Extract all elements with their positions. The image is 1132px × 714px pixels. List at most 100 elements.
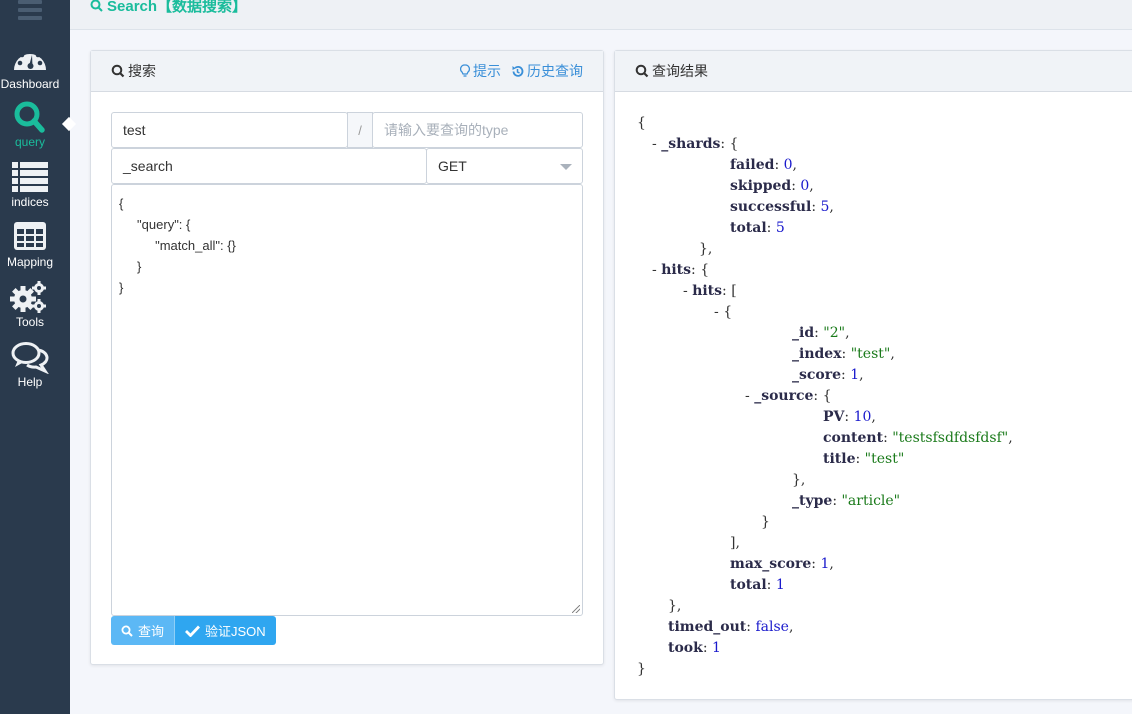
sidebar: Dashboard query indices Mapping Tools He… bbox=[0, 0, 77, 714]
json-key: title bbox=[823, 451, 856, 467]
json-line: ], bbox=[637, 533, 1013, 554]
search-panel-title: 搜索 bbox=[128, 63, 156, 79]
dashboard-icon bbox=[14, 48, 46, 70]
json-line: content: "testsfsdfdsfdsf", bbox=[637, 428, 1013, 449]
json-punctuation: : bbox=[774, 157, 784, 173]
json-punctuation: , bbox=[788, 619, 794, 635]
resize-handle[interactable] bbox=[572, 605, 580, 613]
json-line: - hits: { bbox=[637, 260, 1013, 281]
json-key: hits bbox=[661, 262, 692, 278]
sidebar-item-label: indices bbox=[11, 195, 49, 209]
json-key: took bbox=[668, 640, 703, 656]
json-punctuation: : bbox=[814, 325, 824, 341]
json-line: total: 1 bbox=[637, 575, 1013, 596]
json-punctuation: }, bbox=[792, 472, 806, 488]
json-key: _score bbox=[792, 367, 842, 383]
json-key: PV bbox=[823, 409, 845, 425]
type-input[interactable]: 请输入要查询的type bbox=[372, 112, 583, 148]
json-punctuation: : { bbox=[720, 136, 739, 152]
sidebar-item-mapping[interactable]: Mapping bbox=[0, 220, 60, 269]
json-line: PV: 10, bbox=[637, 407, 1013, 428]
index-input[interactable]: test bbox=[111, 112, 348, 148]
json-value: "test" bbox=[864, 451, 905, 467]
json-key: _index bbox=[792, 346, 842, 362]
active-indicator bbox=[61, 116, 77, 132]
sidebar-item-tools[interactable]: Tools bbox=[0, 280, 60, 329]
sidebar-item-label: Mapping bbox=[6, 255, 54, 269]
check-icon bbox=[185, 625, 201, 637]
json-line: title: "test" bbox=[637, 449, 1013, 470]
collapse-toggle[interactable]: - bbox=[745, 388, 754, 404]
sidebar-item-query[interactable]: query bbox=[0, 100, 60, 149]
json-punctuation: : bbox=[702, 640, 713, 656]
json-punctuation: }, bbox=[699, 241, 713, 257]
json-line: successful: 5, bbox=[637, 197, 1013, 218]
json-value: "2" bbox=[823, 325, 846, 341]
json-value: 0 bbox=[783, 157, 793, 173]
json-value: "article" bbox=[841, 493, 901, 509]
json-punctuation: : { bbox=[813, 388, 832, 404]
json-line: _id: "2", bbox=[637, 323, 1013, 344]
action-buttons: 查询 验证JSON bbox=[111, 616, 276, 645]
sidebar-item-label: Tools bbox=[15, 315, 44, 329]
json-punctuation: : bbox=[841, 346, 851, 362]
json-line: }, bbox=[637, 470, 1013, 491]
json-key: timed_out bbox=[668, 619, 747, 635]
page-title: Search【数据搜索】 bbox=[90, 0, 247, 16]
json-value: 1 bbox=[712, 640, 721, 656]
json-punctuation: , bbox=[1008, 430, 1013, 446]
history-icon bbox=[512, 65, 524, 77]
hint-link[interactable]: 提示 bbox=[460, 61, 501, 81]
json-line: { bbox=[637, 113, 1013, 134]
method-select[interactable]: GET bbox=[426, 148, 583, 184]
history-link[interactable]: 历史查询 bbox=[511, 61, 583, 81]
json-punctuation: , bbox=[890, 346, 895, 362]
json-key: _id bbox=[792, 325, 815, 341]
json-value: "test" bbox=[850, 346, 891, 362]
query-button[interactable]: 查询 bbox=[111, 616, 176, 645]
sidebar-item-indices[interactable]: indices bbox=[0, 160, 60, 209]
validate-json-button[interactable]: 验证JSON bbox=[175, 616, 276, 645]
json-key: total bbox=[730, 220, 767, 236]
collapse-toggle[interactable]: - bbox=[652, 262, 661, 278]
json-key: skipped bbox=[730, 178, 792, 194]
json-value: 1 bbox=[850, 367, 860, 383]
json-line: }, bbox=[637, 596, 1013, 617]
collapse-toggle[interactable]: - bbox=[714, 304, 723, 320]
json-line: } bbox=[637, 659, 1013, 680]
json-key: content bbox=[823, 430, 884, 446]
json-line: _index: "test", bbox=[637, 344, 1013, 365]
json-punctuation: : bbox=[841, 367, 851, 383]
sidebar-item-help[interactable]: Help bbox=[0, 340, 60, 389]
json-key: _source bbox=[754, 388, 814, 404]
menu-toggle-icon[interactable] bbox=[18, 0, 42, 22]
json-line: } bbox=[637, 512, 1013, 533]
json-punctuation: , bbox=[829, 556, 834, 572]
json-punctuation: { bbox=[723, 304, 733, 320]
list-icon bbox=[12, 162, 48, 192]
endpoint-input[interactable]: _search bbox=[111, 148, 427, 184]
search-panel-header: 搜索 提示 历史查询 bbox=[91, 51, 603, 92]
json-line: max_score: 1, bbox=[637, 554, 1013, 575]
json-punctuation: : bbox=[883, 430, 893, 446]
json-punctuation: , bbox=[792, 157, 797, 173]
json-key: total bbox=[730, 577, 767, 593]
search-icon bbox=[121, 625, 133, 637]
search-icon bbox=[14, 101, 45, 133]
sidebar-item-dashboard[interactable]: Dashboard bbox=[0, 42, 60, 91]
sidebar-item-label: Dashboard bbox=[0, 77, 60, 91]
result-panel: 查询结果 {- _shards: {failed: 0, skipped: 0, s… bbox=[614, 50, 1132, 700]
search-icon bbox=[635, 64, 649, 78]
collapse-toggle[interactable]: - bbox=[683, 283, 692, 299]
result-panel-header: 查询结果 bbox=[615, 51, 1132, 92]
json-line: - _source: { bbox=[637, 386, 1013, 407]
json-line: _type: "article" bbox=[637, 491, 1013, 512]
json-line: failed: 0, bbox=[637, 155, 1013, 176]
json-key: hits bbox=[692, 283, 723, 299]
json-punctuation: } bbox=[761, 514, 770, 530]
collapse-toggle[interactable]: - bbox=[652, 136, 661, 152]
query-body-textarea[interactable]: { "query": { "match_all": {} } } bbox=[111, 184, 583, 616]
json-punctuation: : bbox=[855, 451, 865, 467]
json-value: "testsfsdfdsfdsf" bbox=[892, 430, 1009, 446]
json-punctuation: , bbox=[871, 409, 876, 425]
